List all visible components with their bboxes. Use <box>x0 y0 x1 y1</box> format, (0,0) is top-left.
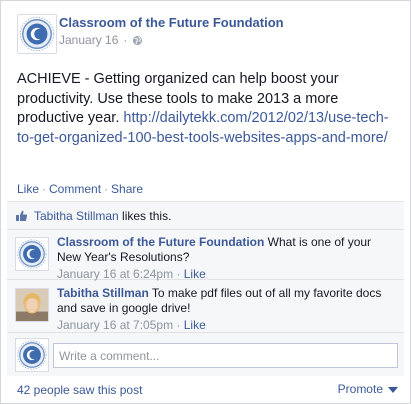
page-name-link[interactable]: Classroom of the Future Foundation <box>59 15 284 30</box>
comment-input[interactable] <box>53 343 398 368</box>
comment-like-button[interactable]: Like <box>184 267 206 281</box>
post-actions: Like · Comment · Share <box>17 182 143 196</box>
comment-button[interactable]: Comment <box>49 182 101 196</box>
thumbs-up-icon <box>16 210 28 221</box>
comment-author[interactable]: Classroom of the Future Foundation <box>57 235 264 249</box>
comment-meta: January 16 at 6:24pm · Like <box>57 267 206 281</box>
feedback-area: Tabitha Stillman likes this. Classroom o… <box>7 201 404 376</box>
likes-text: Tabitha Stillman likes this. <box>34 209 171 223</box>
comment-item: Tabitha Stillman To make pdf files out o… <box>7 281 404 333</box>
liker-link[interactable]: Tabitha Stillman <box>34 209 119 223</box>
chevron-down-icon <box>388 387 398 393</box>
comment-avatar[interactable] <box>15 237 49 271</box>
comment-timestamp[interactable]: January 16 at 7:05pm <box>57 318 173 332</box>
comment-item: Classroom of the Future Foundation What … <box>7 230 404 282</box>
dot-separator: · <box>123 33 128 47</box>
comment-timestamp[interactable]: January 16 at 6:24pm <box>57 267 173 281</box>
foundation-logo-icon <box>16 238 48 270</box>
foundation-logo-icon <box>18 15 56 53</box>
likes-summary: Tabitha Stillman likes this. <box>7 202 404 230</box>
globe-icon <box>133 35 143 45</box>
comment-body: Classroom of the Future Foundation What … <box>57 235 397 282</box>
user-photo-icon <box>16 289 48 321</box>
foundation-logo-icon <box>16 339 48 371</box>
comment-like-button[interactable]: Like <box>184 318 206 332</box>
likes-suffix: likes this. <box>118 209 172 223</box>
post-message: ACHIEVE - Getting organized can help boo… <box>17 70 397 148</box>
like-button[interactable]: Like <box>17 182 39 196</box>
post-meta: January 16 · <box>59 33 143 47</box>
promote-button[interactable]: Promote <box>338 382 398 396</box>
comment-body: Tabitha Stillman To make pdf files out o… <box>57 286 397 333</box>
composer-avatar <box>15 338 49 372</box>
post-date[interactable]: January 16 <box>59 33 118 47</box>
page-avatar[interactable] <box>17 14 57 54</box>
seen-count-link[interactable]: 42 people saw this post <box>17 383 142 397</box>
action-separator: · <box>104 182 109 196</box>
comment-author[interactable]: Tabitha Stillman <box>57 286 149 300</box>
comment-meta: January 16 at 7:05pm · Like <box>57 318 206 332</box>
action-separator: · <box>42 182 47 196</box>
comment-avatar[interactable] <box>15 288 49 322</box>
post-card: Classroom of the Future Foundation Janua… <box>0 0 411 404</box>
promote-label: Promote <box>337 382 383 396</box>
comment-composer <box>7 334 404 376</box>
share-button[interactable]: Share <box>111 182 143 196</box>
post-header: Classroom of the Future Foundation Janua… <box>17 14 397 54</box>
